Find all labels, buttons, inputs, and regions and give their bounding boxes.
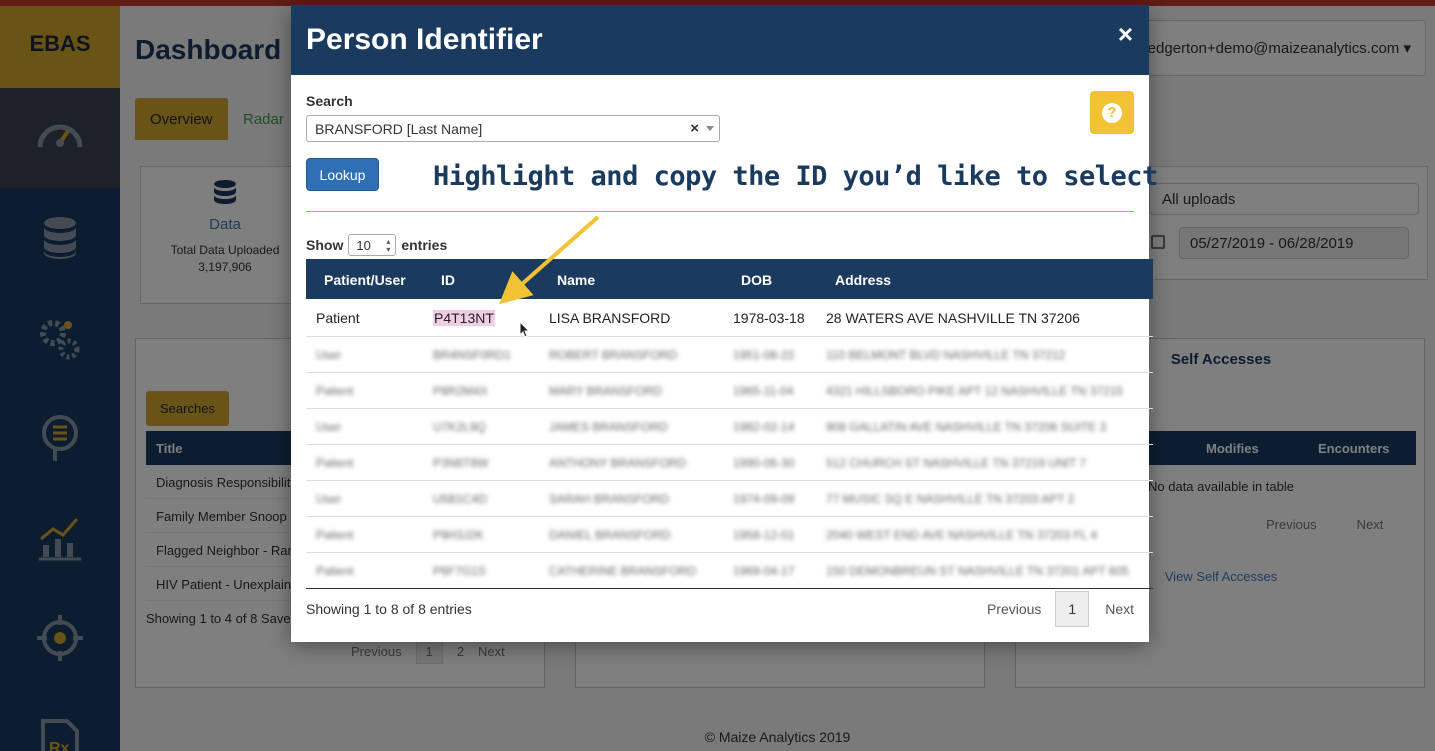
table-row[interactable]: Patient P3N6T8W ANTHONY BRANSFORD 1990-0… — [306, 445, 1153, 481]
column-address[interactable]: Address — [835, 272, 891, 288]
cell-name: JAMES BRANSFORD — [549, 420, 668, 434]
table-row[interactable]: User U7K2L9Q JAMES BRANSFORD 1982-02-14 … — [306, 409, 1153, 445]
cell-id[interactable]: P9H3J2K — [433, 528, 484, 542]
cell-type: Patient — [316, 528, 354, 542]
column-dob[interactable]: DOB — [741, 272, 772, 288]
cell-dob: 1990-06-30 — [733, 456, 795, 470]
table-row[interactable]: Patient P8R2M4X MARY BRANSFORD 1965-11-0… — [306, 373, 1153, 409]
cell-name: LISA BRANSFORD — [549, 310, 671, 326]
table-row[interactable]: Patient P6F7G1S CATHERINE BRANSFORD 1969… — [306, 553, 1153, 589]
page-length-control: Show 10 entries — [306, 234, 447, 256]
column-patient-user[interactable]: Patient/User — [324, 272, 406, 288]
cell-name: SARAH BRANSFORD — [549, 492, 670, 506]
clear-icon[interactable]: × — [690, 120, 699, 137]
table-header: Patient/User ID Name DOB Address — [306, 259, 1153, 299]
cell-dob: 1965-11-04 — [733, 384, 794, 398]
cell-address: 28 WATERS AVE NASHVILLE TN 37206 — [826, 310, 1080, 326]
cell-type: User — [316, 420, 342, 434]
mouse-cursor-icon — [519, 321, 531, 338]
cell-address: 77 MUSIC SQ E NASHVILLE TN 37203 APT 2 — [826, 492, 1075, 506]
show-label: Show — [306, 237, 344, 253]
cell-type: Patient — [316, 384, 354, 398]
table-row[interactable]: Patient P9H3J2K DANIEL BRANSFORD 1958-12… — [306, 517, 1153, 553]
cell-address: 150 DEMONBREUN ST NASHVILLE TN 37201 APT… — [826, 564, 1129, 578]
cell-dob: 1958-12-01 — [733, 528, 795, 542]
instruction-annotation: Highlight and copy the ID you’d like to … — [433, 161, 1158, 192]
cell-id[interactable]: P3N6T8W — [433, 456, 488, 470]
cell-address: 512 CHURCH ST NASHVILLE TN 37219 UNIT 7 — [826, 456, 1087, 470]
cell-id-highlighted[interactable]: P4T13NT — [433, 310, 495, 326]
cell-id[interactable]: U5B1C4D — [433, 492, 487, 506]
cell-type: User — [316, 348, 342, 362]
results-table: Patient/User ID Name DOB Address Patient… — [306, 259, 1153, 589]
modal-title: Person Identifier — [306, 23, 543, 56]
previous-button[interactable]: Previous — [987, 601, 1041, 617]
cell-dob: 1982-02-14 — [733, 420, 795, 434]
person-identifier-modal: Person Identifier × Search BRANSFORD [La… — [291, 5, 1158, 642]
cell-address: 908 GALLATIN AVE NASHVILLE TN 37206 SUIT… — [826, 420, 1107, 434]
next-button[interactable]: Next — [1105, 601, 1134, 617]
column-name[interactable]: Name — [557, 272, 595, 288]
entries-select[interactable]: 10 — [348, 234, 397, 256]
help-button[interactable]: ? — [1090, 91, 1134, 134]
cell-id[interactable]: P8R2M4X — [433, 384, 488, 398]
table-row[interactable]: User BR4NSF0RD1 ROBERT BRANSFORD 1951-08… — [306, 337, 1153, 373]
cell-name: CATHERINE BRANSFORD — [549, 564, 697, 578]
search-label: Search — [306, 93, 353, 109]
cell-id[interactable]: BR4NSF0RD1 — [433, 348, 511, 362]
page-1-button[interactable]: 1 — [1055, 591, 1090, 627]
table-row[interactable]: User U5B1C4D SARAH BRANSFORD 1974-09-09 … — [306, 481, 1153, 517]
table-row[interactable]: Patient P4T13NT LISA BRANSFORD 1978-03-1… — [306, 299, 1153, 337]
cell-type: User — [316, 492, 342, 506]
entries-label: entries — [401, 237, 448, 253]
chevron-down-icon[interactable] — [706, 126, 714, 131]
search-value: BRANSFORD [Last Name] — [315, 120, 483, 137]
lookup-button[interactable]: Lookup — [306, 158, 379, 191]
column-id[interactable]: ID — [441, 272, 455, 288]
table-info: Showing 1 to 8 of 8 entries — [306, 601, 472, 617]
close-icon[interactable]: × — [1118, 19, 1133, 50]
cell-dob: 1969-04-17 — [733, 564, 795, 578]
cell-type: Patient — [316, 456, 354, 470]
cell-type: Patient — [316, 564, 354, 578]
cell-name: DANIEL BRANSFORD — [549, 528, 671, 542]
cell-type: Patient — [316, 310, 360, 326]
cell-id[interactable]: P6F7G1S — [433, 564, 486, 578]
modal-header: Person Identifier × — [291, 5, 1149, 75]
cell-dob: 1951-08-22 — [733, 348, 795, 362]
cell-address: 2040 WEST END AVE NASHVILLE TN 37203 FL … — [826, 528, 1098, 542]
search-select[interactable]: BRANSFORD [Last Name] × — [306, 115, 720, 142]
cell-dob: 1978-03-18 — [733, 310, 805, 326]
cell-name: ROBERT BRANSFORD — [549, 348, 678, 362]
cell-name: ANTHONY BRANSFORD — [549, 456, 687, 470]
question-icon: ? — [1102, 102, 1122, 123]
cell-dob: 1974-09-09 — [733, 492, 795, 506]
cell-address: 110 BELMONT BLVD NASHVILLE TN 37212 — [826, 348, 1066, 362]
cell-name: MARY BRANSFORD — [549, 384, 662, 398]
cell-address: 4321 HILLSBORO PIKE APT 12 NASHVILLE TN … — [826, 384, 1124, 398]
table-pager: Previous 1 Next — [987, 591, 1134, 627]
divider — [306, 211, 1134, 212]
cell-id[interactable]: U7K2L9Q — [433, 420, 486, 434]
